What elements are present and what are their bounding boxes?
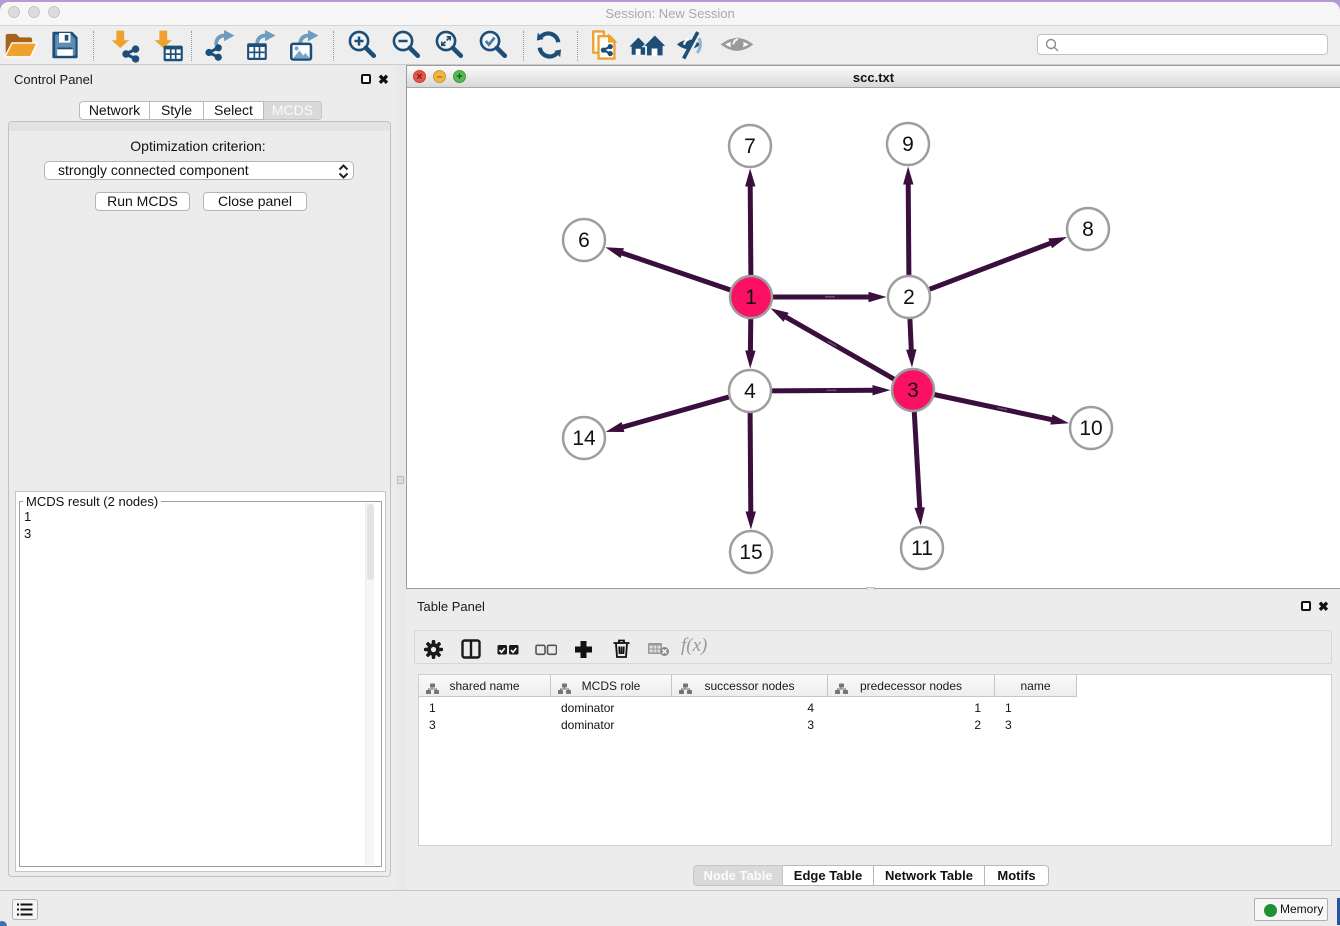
svg-text:2: 2 bbox=[903, 286, 915, 309]
svg-text:14: 14 bbox=[572, 427, 596, 450]
svg-text:4: 4 bbox=[744, 380, 756, 403]
svg-text:1: 1 bbox=[745, 286, 757, 309]
svg-text:15: 15 bbox=[739, 541, 762, 564]
svg-text:3: 3 bbox=[907, 379, 919, 402]
svg-text:6: 6 bbox=[578, 229, 590, 252]
svg-text:8: 8 bbox=[1082, 218, 1094, 241]
svg-text:9: 9 bbox=[902, 133, 914, 156]
svg-text:10: 10 bbox=[1079, 417, 1102, 440]
svg-text:11: 11 bbox=[911, 537, 933, 560]
svg-text:7: 7 bbox=[744, 135, 756, 158]
